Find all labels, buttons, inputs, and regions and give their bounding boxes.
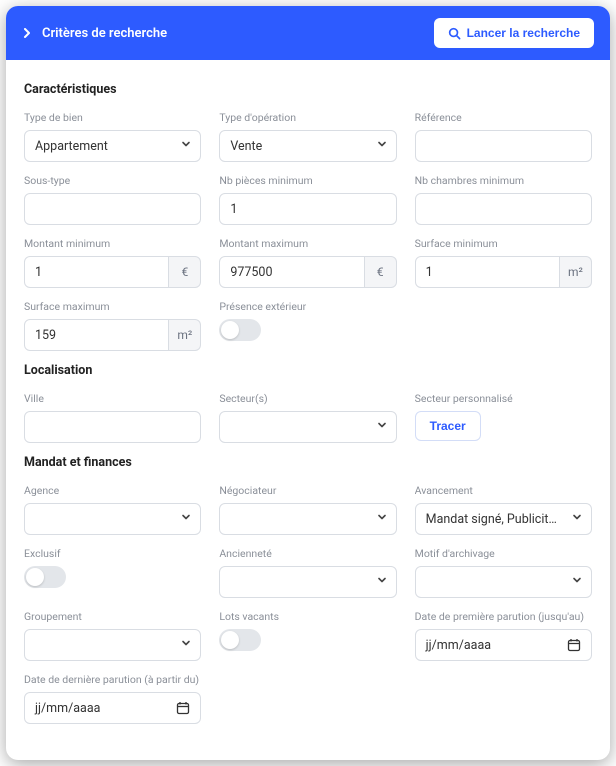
operation-type-value: Vente <box>230 139 262 154</box>
progress-select[interactable]: Mandat signé, Publicité effectu… <box>415 503 592 535</box>
label-property-type: Type de bien <box>24 111 201 124</box>
max-amount-input[interactable]: 977500 <box>219 256 364 288</box>
first-pub-date-placeholder: jj/mm/aaaa <box>426 638 491 653</box>
label-min-rooms: Nb pièces minimum <box>219 174 396 187</box>
label-sectors: Secteur(s) <box>219 392 396 405</box>
label-min-bedrooms: Nb chambres minimum <box>415 174 592 187</box>
max-surface-input[interactable]: 159 <box>24 319 169 351</box>
toggle-knob <box>26 568 44 586</box>
progress-value: Mandat signé, Publicité effectu… <box>426 512 563 527</box>
label-vacant-lots: Lots vacants <box>219 610 396 623</box>
sqm-unit: m² <box>169 319 201 351</box>
operation-type-select[interactable]: Vente <box>219 130 396 162</box>
label-exterior: Présence extérieur <box>219 300 396 313</box>
chevron-down-icon <box>376 574 388 590</box>
agency-select[interactable] <box>24 503 201 535</box>
launch-search-button[interactable]: Lancer la recherche <box>434 18 594 48</box>
property-type-select[interactable]: Appartement <box>24 130 201 162</box>
vacant-lots-toggle[interactable] <box>219 629 261 651</box>
panel-body: Caractéristiques Type de bien Appartemen… <box>6 60 610 760</box>
label-agency: Agence <box>24 484 201 497</box>
chevron-right-icon <box>22 28 32 38</box>
section-location: Localisation <box>24 363 592 378</box>
city-input[interactable] <box>24 411 201 443</box>
section-characteristics: Caractéristiques <box>24 82 592 97</box>
min-bedrooms-input[interactable] <box>415 193 592 225</box>
archive-reason-select[interactable] <box>415 566 592 598</box>
panel-title: Critères de recherche <box>42 26 167 41</box>
min-amount-input[interactable]: 1 <box>24 256 169 288</box>
seniority-select[interactable] <box>219 566 396 598</box>
chevron-down-icon <box>180 511 192 527</box>
chevron-down-icon <box>376 138 388 154</box>
label-custom-sector: Secteur personnalisé <box>415 392 592 405</box>
chevron-down-icon <box>180 138 192 154</box>
first-pub-date-input[interactable]: jj/mm/aaaa <box>415 629 592 661</box>
min-rooms-input[interactable]: 1 <box>219 193 396 225</box>
exterior-toggle[interactable] <box>219 319 261 341</box>
last-pub-date-input[interactable]: jj/mm/aaaa <box>24 692 201 724</box>
min-surface-input[interactable]: 1 <box>415 256 560 288</box>
chevron-down-icon <box>376 511 388 527</box>
search-icon <box>448 27 461 40</box>
grouping-select[interactable] <box>24 629 201 661</box>
label-subtype: Sous-type <box>24 174 201 187</box>
label-negotiator: Négociateur <box>219 484 396 497</box>
section-mandate: Mandat et finances <box>24 455 592 470</box>
sectors-select[interactable] <box>219 411 396 443</box>
label-archive-reason: Motif d'archivage <box>415 547 592 560</box>
toggle-knob <box>221 321 239 339</box>
panel-header: Critères de recherche Lancer la recherch… <box>6 6 610 60</box>
label-exclusive: Exclusif <box>24 547 201 560</box>
min-surface-value: 1 <box>426 265 433 280</box>
label-min-amount: Montant minimum <box>24 237 201 250</box>
chevron-down-icon <box>180 637 192 653</box>
negotiator-select[interactable] <box>219 503 396 535</box>
label-min-surface: Surface minimum <box>415 237 592 250</box>
exclusive-toggle[interactable] <box>24 566 66 588</box>
label-progress: Avancement <box>415 484 592 497</box>
subtype-input[interactable] <box>24 193 201 225</box>
chevron-down-icon <box>571 511 583 527</box>
max-surface-value: 159 <box>35 328 56 343</box>
toggle-knob <box>221 631 239 649</box>
label-grouping: Groupement <box>24 610 201 623</box>
header-left[interactable]: Critères de recherche <box>22 26 434 41</box>
chevron-down-icon <box>571 574 583 590</box>
label-city: Ville <box>24 392 201 405</box>
reference-input[interactable] <box>415 130 592 162</box>
max-amount-value: 977500 <box>230 265 272 280</box>
label-max-surface: Surface maximum <box>24 300 201 313</box>
trace-button[interactable]: Tracer <box>415 411 481 441</box>
calendar-icon <box>567 638 581 652</box>
last-pub-date-placeholder: jj/mm/aaaa <box>35 701 100 716</box>
chevron-down-icon <box>376 419 388 435</box>
euro-unit: € <box>169 256 201 288</box>
label-reference: Référence <box>415 111 592 124</box>
property-type-value: Appartement <box>35 139 108 154</box>
label-max-amount: Montant maximum <box>219 237 396 250</box>
min-amount-value: 1 <box>35 265 42 280</box>
label-seniority: Ancienneté <box>219 547 396 560</box>
min-rooms-value: 1 <box>230 202 237 217</box>
label-first-pub-date: Date de première parution (jusqu'au) <box>415 610 592 623</box>
euro-unit: € <box>365 256 397 288</box>
sqm-unit: m² <box>560 256 592 288</box>
label-operation-type: Type d'opération <box>219 111 396 124</box>
calendar-icon <box>176 701 190 715</box>
search-criteria-panel: Critères de recherche Lancer la recherch… <box>6 6 610 760</box>
label-last-pub-date: Date de dernière parution (à partir du) <box>24 673 201 686</box>
launch-search-label: Lancer la recherche <box>467 26 580 40</box>
